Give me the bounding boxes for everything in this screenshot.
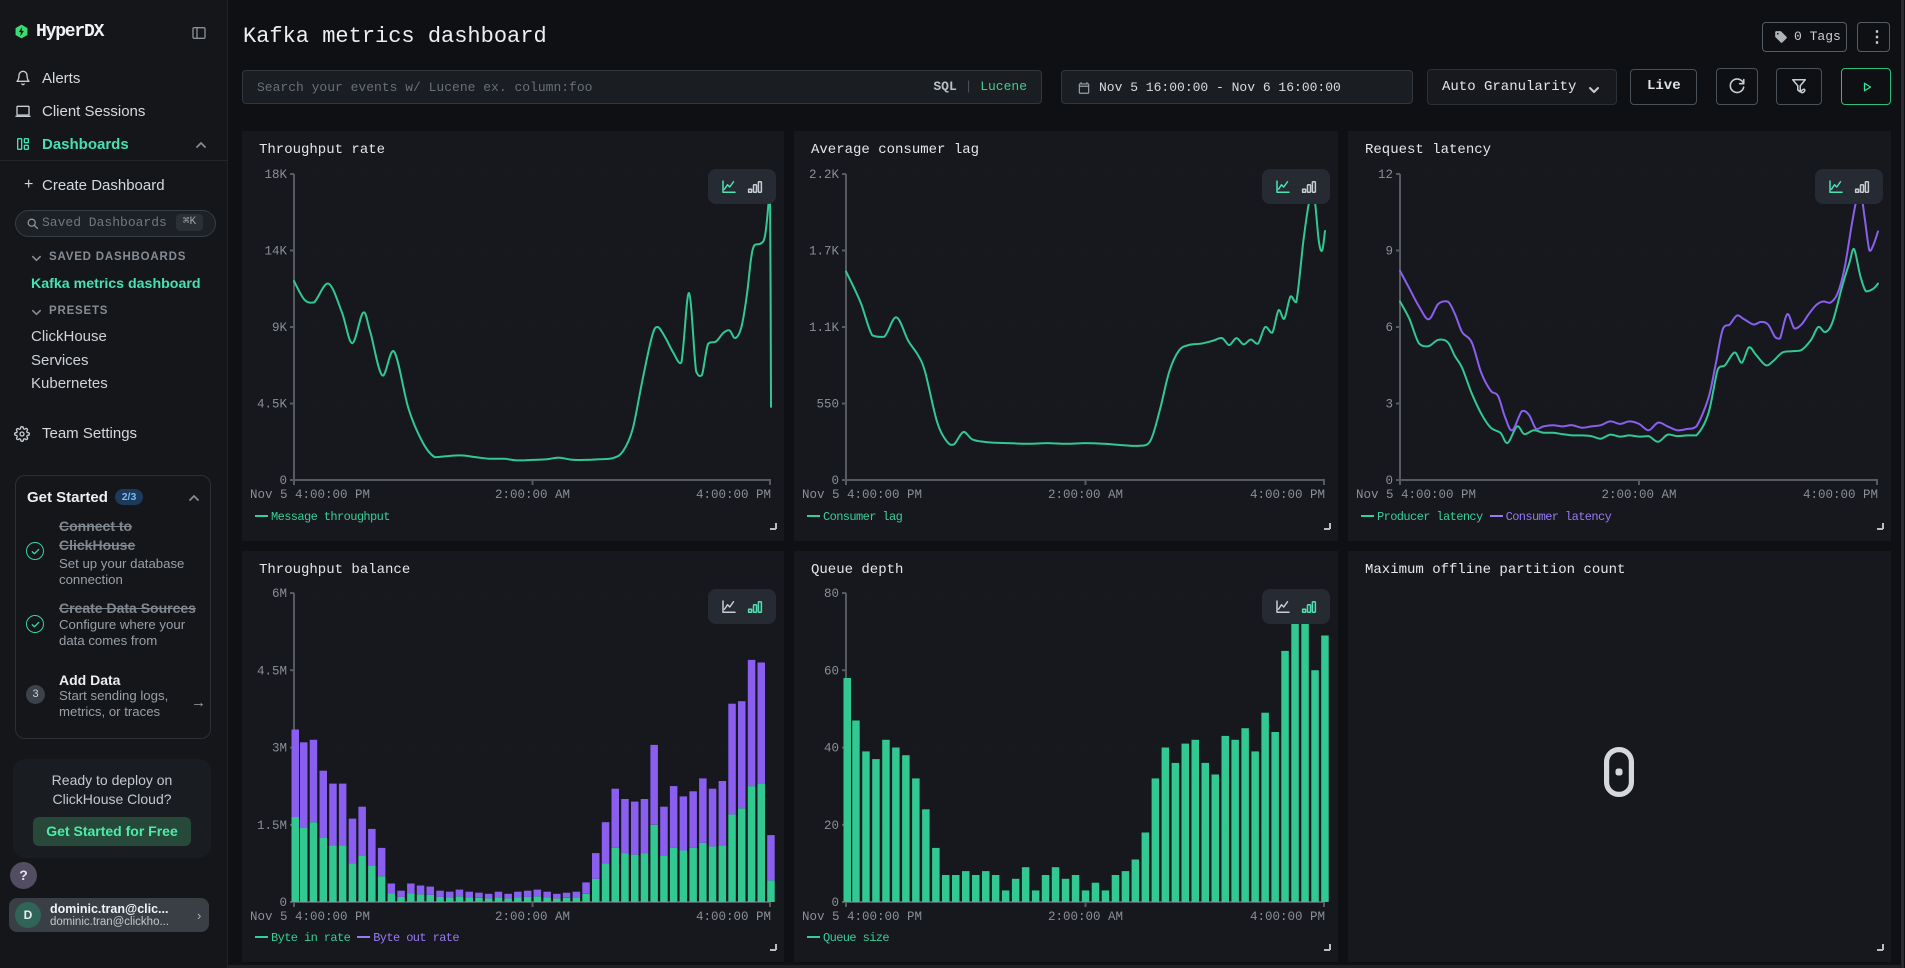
- svg-text:14K: 14K: [264, 245, 287, 259]
- svg-text:Nov 5 4:00:00 PM: Nov 5 4:00:00 PM: [250, 488, 370, 502]
- svg-text:Nov 5 4:00:00 PM: Nov 5 4:00:00 PM: [250, 910, 370, 924]
- svg-text:2:00:00 AM: 2:00:00 AM: [495, 910, 570, 924]
- svg-text:6M: 6M: [272, 587, 287, 601]
- svg-text:1.7K: 1.7K: [809, 245, 840, 259]
- svg-text:2:00:00 AM: 2:00:00 AM: [1601, 488, 1676, 502]
- svg-text:4:00:00 PM: 4:00:00 PM: [1250, 488, 1325, 502]
- svg-text:40: 40: [824, 742, 839, 756]
- svg-text:80: 80: [824, 587, 839, 601]
- svg-text:20: 20: [824, 819, 839, 833]
- svg-text:60: 60: [824, 665, 839, 679]
- svg-text:1.1K: 1.1K: [809, 321, 840, 335]
- svg-text:4.5M: 4.5M: [257, 665, 287, 679]
- svg-text:0: 0: [831, 474, 839, 488]
- svg-text:12: 12: [1378, 168, 1393, 182]
- svg-text:Nov 5 4:00:00 PM: Nov 5 4:00:00 PM: [802, 910, 922, 924]
- svg-text:0: 0: [1385, 474, 1393, 488]
- svg-text:2:00:00 AM: 2:00:00 AM: [495, 488, 570, 502]
- svg-text:9: 9: [1385, 245, 1393, 259]
- svg-text:4:00:00 PM: 4:00:00 PM: [696, 910, 771, 924]
- svg-text:2.2K: 2.2K: [809, 168, 840, 182]
- svg-text:550: 550: [816, 398, 839, 412]
- svg-text:6: 6: [1385, 321, 1393, 335]
- svg-text:Nov 5 4:00:00 PM: Nov 5 4:00:00 PM: [1356, 488, 1476, 502]
- svg-text:2:00:00 AM: 2:00:00 AM: [1048, 488, 1123, 502]
- svg-text:3M: 3M: [272, 742, 287, 756]
- svg-text:4:00:00 PM: 4:00:00 PM: [1250, 910, 1325, 924]
- svg-text:3: 3: [1385, 398, 1393, 412]
- svg-text:18K: 18K: [264, 168, 287, 182]
- svg-text:2:00:00 AM: 2:00:00 AM: [1048, 910, 1123, 924]
- svg-text:4.5K: 4.5K: [257, 398, 288, 412]
- svg-text:9K: 9K: [272, 321, 288, 335]
- svg-text:Nov 5 4:00:00 PM: Nov 5 4:00:00 PM: [802, 488, 922, 502]
- svg-text:1.5M: 1.5M: [257, 819, 287, 833]
- svg-text:4:00:00 PM: 4:00:00 PM: [1803, 488, 1878, 502]
- svg-text:4:00:00 PM: 4:00:00 PM: [696, 488, 771, 502]
- svg-text:0: 0: [279, 896, 287, 910]
- svg-text:0: 0: [831, 896, 839, 910]
- svg-text:0: 0: [279, 474, 287, 488]
